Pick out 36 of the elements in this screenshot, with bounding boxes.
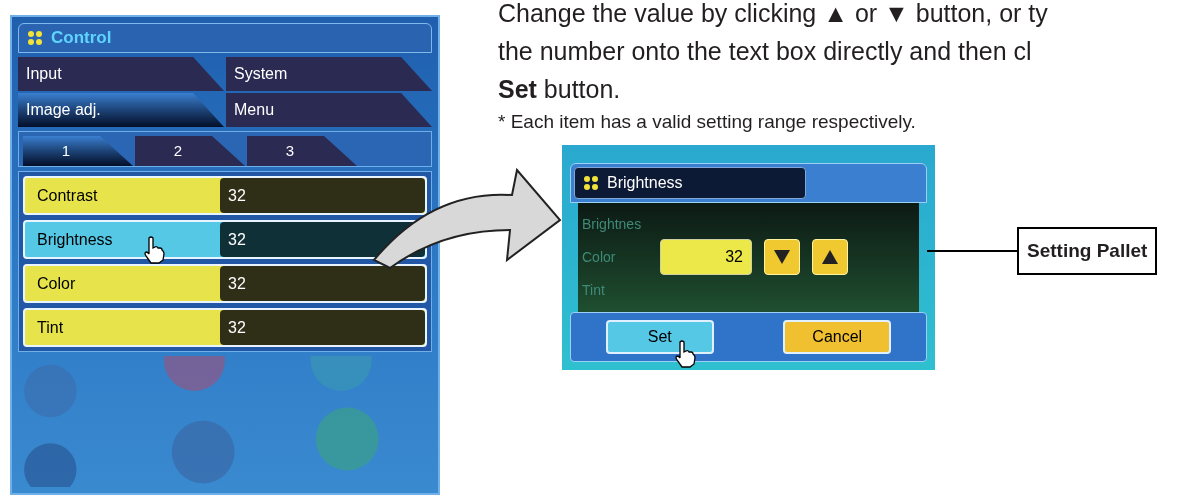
instruction-text: Change the value by clicking ▲ or ▼ button, or ty the number onto the text box directly and then cl Set button. <box>498 0 1049 105</box>
menu-tab[interactable]: Menu <box>226 93 432 127</box>
cancel-button[interactable]: Cancel <box>783 319 892 354</box>
dimmed-label: Color <box>582 247 617 267</box>
setting-label: Contrast <box>37 185 98 206</box>
increase-button[interactable] <box>812 239 848 275</box>
menu-tab[interactable]: Input <box>18 57 224 91</box>
dimmed-label: Brightnes <box>582 214 643 234</box>
page-tab[interactable]: 2 <box>135 136 245 166</box>
decrease-button[interactable] <box>764 239 800 275</box>
setting-row[interactable]: Tint 32 <box>23 308 427 347</box>
up-triangle-icon <box>822 250 838 264</box>
down-triangle-icon <box>774 250 790 264</box>
setting-label: Brightness <box>37 229 113 250</box>
set-button[interactable]: Set <box>605 319 714 354</box>
note-text: * Each item has a valid setting range respectively. <box>498 110 917 134</box>
setting-value: 32 <box>220 178 425 213</box>
dots-icon <box>583 174 599 191</box>
value-field[interactable]: 32 <box>660 239 752 275</box>
setting-label: Tint <box>37 317 64 338</box>
page-tab[interactable]: 3 <box>247 136 357 166</box>
window-title: Control <box>51 27 112 50</box>
setting-row[interactable]: Contrast 32 <box>23 176 427 215</box>
pallet-title: Brightness <box>607 172 683 193</box>
hand-cursor-icon <box>143 236 165 264</box>
menu-tab[interactable]: Image adj. <box>18 93 224 127</box>
menu-tab[interactable]: System <box>226 57 432 91</box>
setting-label: Color <box>37 273 76 294</box>
setting-value: 32 <box>220 266 425 301</box>
page-tab[interactable]: 1 <box>23 136 133 166</box>
dimmed-label: Tint <box>582 280 606 300</box>
callout-label: Setting Pallet <box>1017 226 1158 276</box>
setting-value: 32 <box>220 310 425 345</box>
dots-icon <box>27 30 43 46</box>
hand-cursor-icon <box>673 339 696 368</box>
setting-row[interactable]: Color 32 <box>23 264 427 303</box>
